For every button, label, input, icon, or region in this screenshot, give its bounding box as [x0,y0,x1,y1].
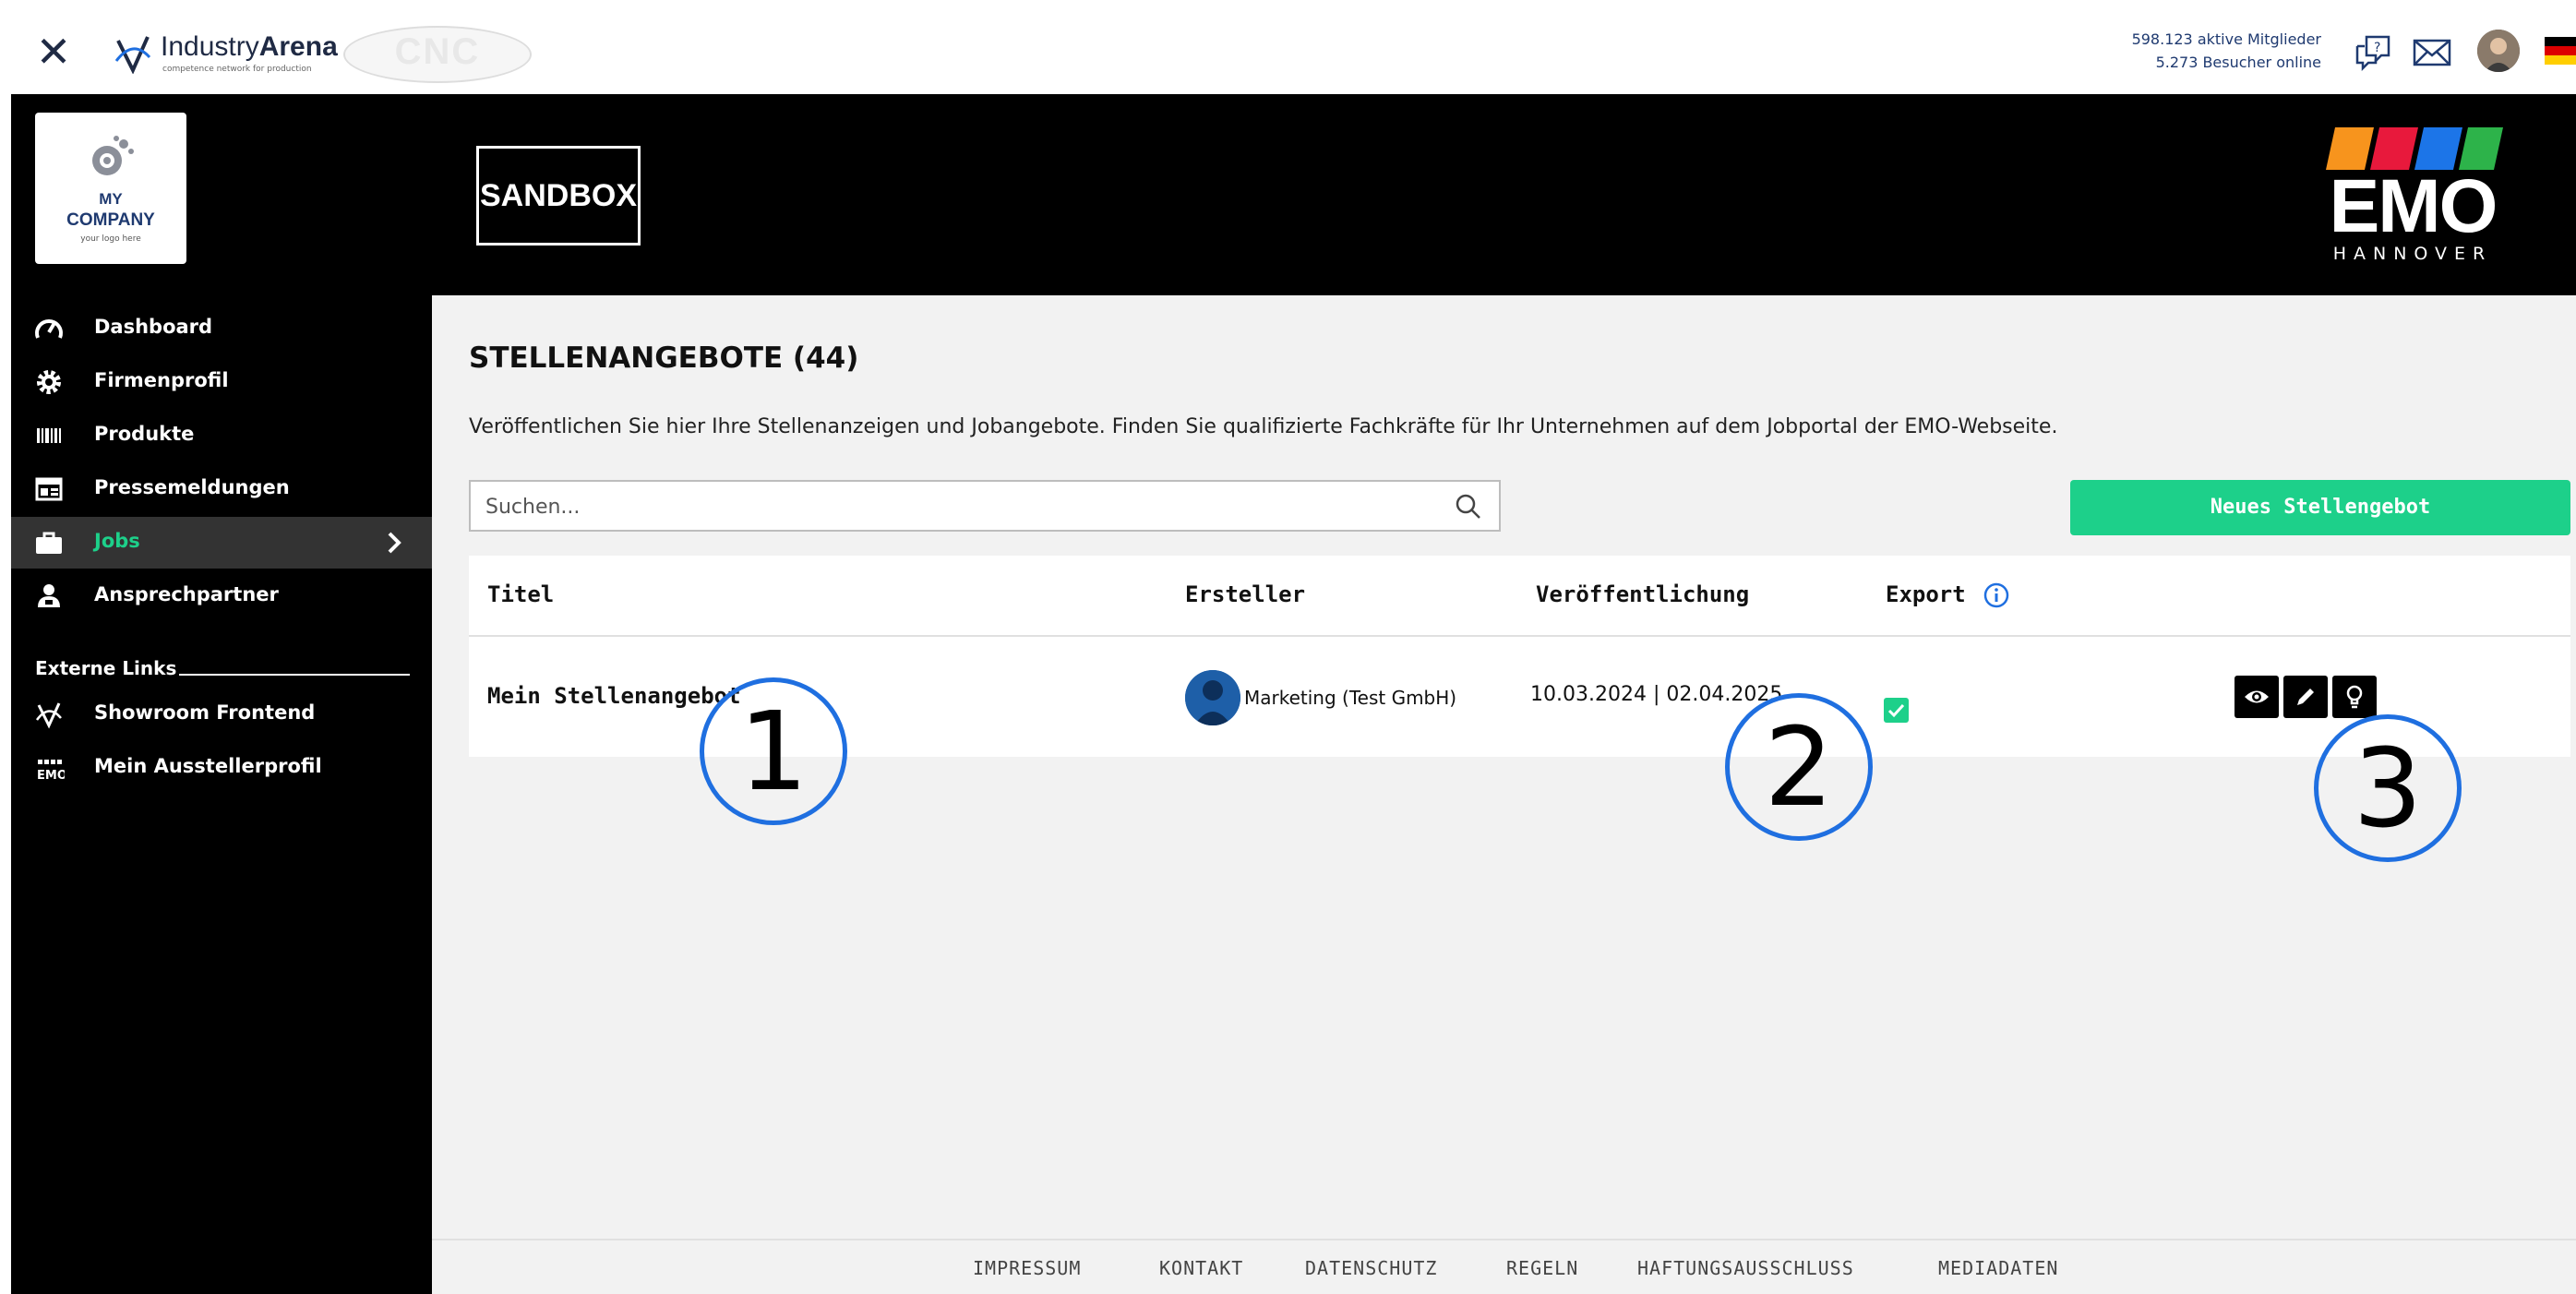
footer: IMPRESSUM KONTAKT DATENSCHUTZ REGELN HAF… [432,1239,2576,1294]
user-avatar-icon [2477,30,2520,72]
company-logo[interactable]: MY COMPANY your logo here [35,113,186,264]
page-intro: Veröffentlichen Sie hier Ihre Stellenanz… [469,415,2058,438]
sidebar-item-jobs[interactable]: Jobs [11,517,432,569]
barcode-icon [37,428,61,443]
emo-city: HANNOVER [2332,244,2493,264]
column-header-export[interactable]: Export [1886,581,1966,607]
footer-link-regeln[interactable]: REGELN [1506,1257,1578,1279]
table-header: Titel Ersteller Veröffentlichung Export [469,556,2570,637]
footer-link-kontakt[interactable]: KONTAKT [1159,1257,1243,1279]
footer-link-impressum[interactable]: IMPRESSUM [973,1257,1081,1279]
creator-avatar [1185,670,1240,725]
lightbulb-icon [2346,685,2363,709]
footer-link-datenschutz[interactable]: DATENSCHUTZ [1305,1257,1437,1279]
job-publication-dates: 10.03.2024 | 02.04.2025 [1530,683,1783,706]
footer-link-mediadaten[interactable]: MEDIADATEN [1938,1257,2058,1279]
sidebar-item-firmenprofil[interactable]: Firmenprofil [11,356,432,408]
edit-button[interactable] [2283,676,2328,718]
page-header: SANDBOX EMO HANNOVER [432,94,2576,295]
info-icon[interactable] [1983,581,2010,609]
mail-icon[interactable] [2411,31,2453,74]
sidebar-item-pressemeldungen[interactable]: Pressemeldungen [11,463,432,515]
new-job-offer-button[interactable]: Neues Stellengebot [2070,480,2570,535]
sidebar-item-produkte[interactable]: Produkte [11,410,432,461]
briefcase-icon [36,532,62,554]
industryarena-wordmark: IndustryArena [161,31,338,62]
search-icon[interactable] [1455,493,1482,521]
annotation-marker-1: 1 [700,677,847,825]
sidebar: MY COMPANY your logo here Dashboard Firm… [11,94,432,1294]
annotation-marker-2: 2 [1725,693,1873,841]
footer-link-haftungsausschluss[interactable]: HAFTUNGSAUSSCHLUSS [1637,1257,1854,1279]
view-button[interactable] [2235,676,2279,718]
cnc-partner-logo[interactable]: CNC [343,26,532,83]
creator-avatar-icon [1185,670,1240,725]
top-bar: ✕ IndustryArena competence network for p… [11,9,2576,95]
checkmark-icon [1887,703,1905,718]
user-avatar[interactable] [2477,30,2520,72]
search-input[interactable] [484,489,1410,524]
industryarena-icon [35,702,62,729]
industryarena-logo[interactable]: IndustryArena competence network for pro… [113,26,353,78]
sidebar-link-showroom-frontend[interactable]: Showroom Frontend [11,689,432,740]
german-flag-icon[interactable] [2545,37,2576,65]
gear-icon [37,370,61,394]
stats-members: 598.123 aktive Mitglieder [2131,30,2321,48]
sidebar-link-mein-ausstellerprofil[interactable]: EMO Mein Ausstellerprofil [11,742,432,794]
sidebar-item-ansprechpartner[interactable]: Ansprechpartner [11,570,432,622]
app-frame: ✕ IndustryArena competence network for p… [11,9,2576,1294]
pencil-icon [2297,689,2314,705]
newspaper-icon [35,477,63,501]
emo-hannover-logo[interactable]: EMO HANNOVER [2322,127,2503,266]
eye-icon [2245,690,2269,703]
job-title[interactable]: Mein Stellenangebot [487,683,741,709]
svg-text:?: ? [2374,41,2380,55]
column-header-ersteller[interactable]: Ersteller [1185,581,1305,607]
emo-wordmark: EMO [2329,164,2498,248]
industryarena-mark-icon [114,36,151,74]
annotation-marker-3: 3 [2314,714,2462,862]
job-creator: Marketing (Test GmbH) [1244,687,1457,709]
industryarena-tagline: competence network for production [162,65,312,74]
external-links-heading: Externe Links [35,657,177,679]
company-logo-mark-icon [92,136,134,175]
emo-icon: EMO [37,760,65,783]
stats-online: 5.273 Besucher online [2155,54,2321,71]
chevron-right-icon [388,532,401,554]
speedometer-icon [35,319,63,339]
chat-help-icon[interactable]: ? [2352,31,2394,74]
column-header-veroeffentlichung[interactable]: Veröffentlichung [1536,581,1749,607]
column-header-titel[interactable]: Titel [487,581,554,607]
external-links-divider [179,674,410,676]
page-title: STELLENANGEBOTE (44) [469,341,859,375]
contact-person-icon [38,584,60,607]
close-icon[interactable]: ✕ [30,28,78,76]
member-stats: 598.123 aktive Mitglieder 5.273 Besucher… [2132,28,2321,74]
sidebar-item-dashboard[interactable]: Dashboard [11,303,432,354]
search-box[interactable] [469,480,1501,532]
sandbox-badge: SANDBOX [476,146,641,246]
export-checkbox[interactable] [1884,698,1909,723]
tips-button[interactable] [2332,676,2377,718]
svg-text:EMO: EMO [37,769,65,783]
